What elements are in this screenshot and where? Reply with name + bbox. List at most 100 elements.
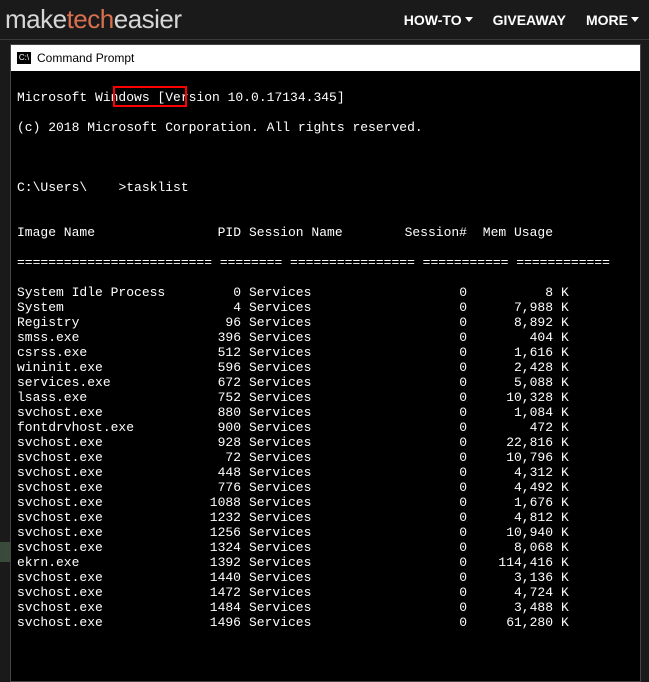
cell-session-name: Services [249, 585, 381, 600]
cell-mem-unit: K [561, 330, 569, 345]
cell-pid: 96 [189, 315, 249, 330]
blank-line [17, 150, 634, 165]
table-row: lsass.exe752Services010,328K [17, 390, 634, 405]
cell-pid: 1324 [189, 540, 249, 555]
cell-image-name: System Idle Process [17, 285, 189, 300]
logo-part-easier: easier [114, 4, 182, 35]
cell-pid: 0 [189, 285, 249, 300]
table-row: svchost.exe1232Services04,812K [17, 510, 634, 525]
cell-mem-usage: 5,088 [473, 375, 561, 390]
cell-session-name: Services [249, 480, 381, 495]
cell-image-name: svchost.exe [17, 510, 189, 525]
table-row: svchost.exe776Services04,492K [17, 480, 634, 495]
nav-more[interactable]: MORE [586, 12, 639, 28]
cell-session-num: 0 [381, 540, 473, 555]
cell-session-name: Services [249, 540, 381, 555]
cell-session-name: Services [249, 510, 381, 525]
command-prompt-window: C:\ Command Prompt Microsoft Windows [Ve… [10, 44, 641, 682]
cell-session-num: 0 [381, 480, 473, 495]
cell-session-num: 0 [381, 450, 473, 465]
cell-pid: 900 [189, 420, 249, 435]
cell-mem-usage: 4,812 [473, 510, 561, 525]
terminal-output[interactable]: Microsoft Windows [Version 10.0.17134.34… [11, 71, 640, 681]
cell-mem-usage: 10,796 [473, 450, 561, 465]
site-header: maketecheasier HOW-TO GIVEAWAY MORE [0, 0, 649, 40]
cell-session-name: Services [249, 525, 381, 540]
cell-pid: 512 [189, 345, 249, 360]
cell-mem-unit: K [561, 360, 569, 375]
cell-image-name: svchost.exe [17, 615, 189, 630]
chevron-down-icon [631, 17, 639, 22]
table-row: svchost.exe1088Services01,676K [17, 495, 634, 510]
cell-mem-usage: 10,328 [473, 390, 561, 405]
cell-mem-usage: 22,816 [473, 435, 561, 450]
cell-pid: 752 [189, 390, 249, 405]
cmd-icon: C:\ [17, 52, 31, 64]
cell-mem-usage: 8,068 [473, 540, 561, 555]
table-row: services.exe672Services05,088K [17, 375, 634, 390]
cell-mem-usage: 1,676 [473, 495, 561, 510]
cell-session-name: Services [249, 570, 381, 585]
cell-mem-unit: K [561, 510, 569, 525]
cell-session-name: Services [249, 450, 381, 465]
cell-session-name: Services [249, 420, 381, 435]
cell-pid: 72 [189, 450, 249, 465]
cell-session-name: Services [249, 330, 381, 345]
cell-mem-unit: K [561, 540, 569, 555]
window-title-bar[interactable]: C:\ Command Prompt [11, 45, 640, 71]
cell-pid: 1496 [189, 615, 249, 630]
cell-mem-unit: K [561, 480, 569, 495]
cell-mem-unit: K [561, 585, 569, 600]
cell-mem-unit: K [561, 285, 569, 300]
cell-mem-usage: 61,280 [473, 615, 561, 630]
cell-mem-usage: 1,084 [473, 405, 561, 420]
logo-part-tech: tech [67, 4, 114, 35]
cell-mem-unit: K [561, 390, 569, 405]
cell-image-name: svchost.exe [17, 600, 189, 615]
table-row: Registry96Services08,892K [17, 315, 634, 330]
cell-pid: 1232 [189, 510, 249, 525]
cell-mem-unit: K [561, 405, 569, 420]
cell-pid: 1256 [189, 525, 249, 540]
cell-mem-unit: K [561, 315, 569, 330]
cell-mem-usage: 10,940 [473, 525, 561, 540]
site-logo[interactable]: maketecheasier [5, 0, 182, 39]
cell-session-num: 0 [381, 615, 473, 630]
cell-mem-unit: K [561, 615, 569, 630]
cell-mem-unit: K [561, 525, 569, 540]
cell-pid: 1472 [189, 585, 249, 600]
nav-howto[interactable]: HOW-TO [404, 12, 473, 28]
cell-mem-usage: 8,892 [473, 315, 561, 330]
cell-image-name: svchost.exe [17, 450, 189, 465]
nav-giveaway[interactable]: GIVEAWAY [493, 12, 566, 28]
table-row: svchost.exe1324Services08,068K [17, 540, 634, 555]
cell-session-num: 0 [381, 360, 473, 375]
table-row: svchost.exe1440Services03,136K [17, 570, 634, 585]
cell-pid: 1088 [189, 495, 249, 510]
cell-session-name: Services [249, 390, 381, 405]
table-row: fontdrvhost.exe900Services0472K [17, 420, 634, 435]
table-row: wininit.exe596Services02,428K [17, 360, 634, 375]
cell-mem-usage: 472 [473, 420, 561, 435]
cell-mem-usage: 3,136 [473, 570, 561, 585]
cell-mem-unit: K [561, 555, 569, 570]
table-header-row: Image NamePIDSession NameSession#Mem Usa… [17, 225, 634, 240]
cell-session-num: 0 [381, 330, 473, 345]
cell-session-num: 0 [381, 510, 473, 525]
cell-session-name: Services [249, 600, 381, 615]
cell-pid: 4 [189, 300, 249, 315]
cell-mem-unit: K [561, 570, 569, 585]
cell-mem-unit: K [561, 300, 569, 315]
cell-mem-usage: 404 [473, 330, 561, 345]
table-row: svchost.exe72Services010,796K [17, 450, 634, 465]
cell-image-name: lsass.exe [17, 390, 189, 405]
banner-line: (c) 2018 Microsoft Corporation. All righ… [17, 120, 634, 135]
table-row: svchost.exe1472Services04,724K [17, 585, 634, 600]
cell-mem-usage: 4,724 [473, 585, 561, 600]
cell-mem-usage: 4,312 [473, 465, 561, 480]
table-row: svchost.exe1496Services061,280K [17, 615, 634, 630]
cell-session-num: 0 [381, 315, 473, 330]
cell-session-num: 0 [381, 555, 473, 570]
table-row: svchost.exe880Services01,084K [17, 405, 634, 420]
cell-session-num: 0 [381, 390, 473, 405]
